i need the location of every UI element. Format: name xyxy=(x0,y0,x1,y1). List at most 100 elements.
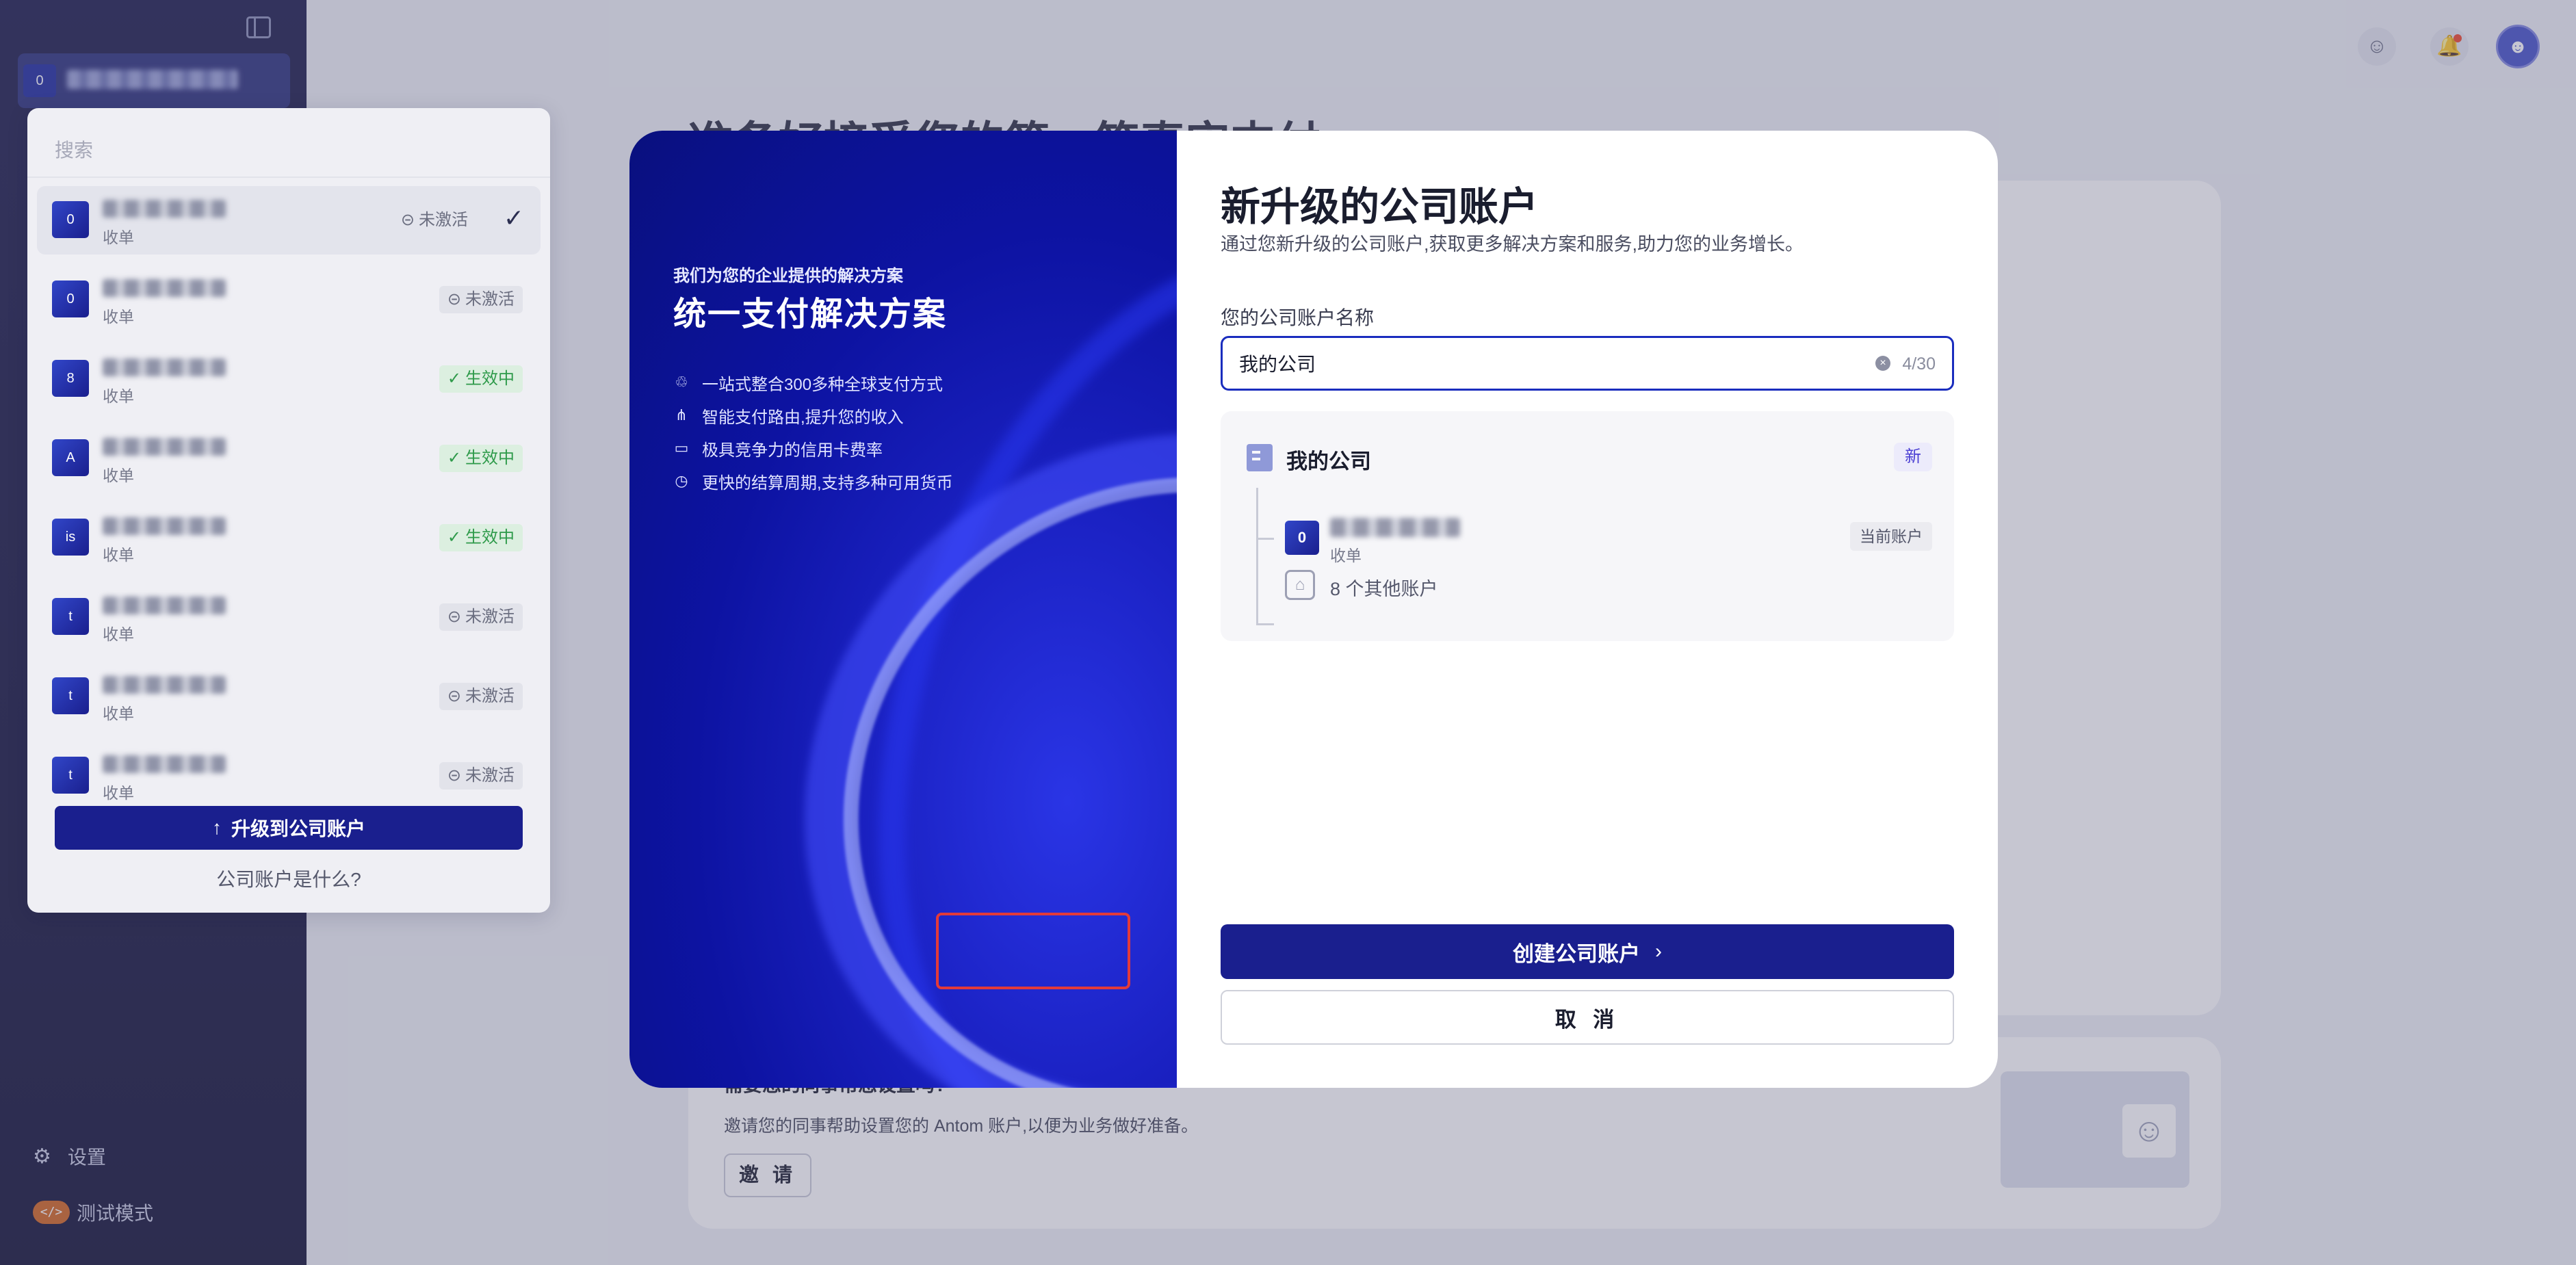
account-dropdown: 0收单⊝未激活✓0收单⊝未激活8收单✓生效中A收单✓生效中is收单✓生效中t收单… xyxy=(27,108,550,913)
minus-circle-icon: ⊝ xyxy=(447,687,461,705)
divider xyxy=(27,177,550,178)
account-type: 收单 xyxy=(103,705,134,722)
stores-icon: ⌂ xyxy=(1285,570,1315,600)
promo-feature: ♲ 一站式整合300多种全球支付方式 xyxy=(673,366,953,399)
upgrade-modal: 我们为您的企业提供的解决方案 统一支付解决方案 ♲ 一站式整合300多种全球支付方… xyxy=(629,131,1998,1088)
feature-text: 极具竞争力的信用卡费率 xyxy=(702,441,883,460)
account-list-item[interactable]: t 收单 ⊝ 未激活 xyxy=(37,662,541,731)
cancel-button[interactable]: 取 消 xyxy=(1221,990,1954,1045)
tree-branch xyxy=(1256,623,1274,625)
feature-text: 一站式整合300多种全球支付方式 xyxy=(702,375,944,394)
minus-circle-icon: ⊝ xyxy=(400,211,415,229)
minus-circle-icon: ⊝ xyxy=(447,608,461,626)
feature-icon: ▭ xyxy=(674,439,689,456)
modal-title: 新升级的公司账户 xyxy=(1221,185,1539,229)
status-label: 生效中 xyxy=(465,369,515,388)
check-circle-icon: ✓ xyxy=(447,528,461,547)
account-avatar: t xyxy=(52,598,89,635)
preview-company-name: 我的公司 xyxy=(1286,449,1371,473)
check-circle-icon: ✓ xyxy=(447,449,461,467)
account-search-input[interactable] xyxy=(55,133,520,168)
account-name-input[interactable] xyxy=(1239,338,1855,389)
status-label: 未激活 xyxy=(465,687,515,705)
status-label: 未激活 xyxy=(419,211,468,229)
create-company-account-button[interactable]: 创建公司账户 › xyxy=(1221,924,1954,979)
account-list-item[interactable]: 0 收单 ⊝ 未激活 ✓ xyxy=(37,186,541,255)
account-type: 收单 xyxy=(103,467,134,484)
current-account-tag: 当前账户 xyxy=(1850,522,1932,551)
status-label: 生效中 xyxy=(465,449,515,467)
account-name-blurred xyxy=(103,517,226,535)
modal-promo-panel: 我们为您的企业提供的解决方案 统一支付解决方案 ♲ 一站式整合300多种全球支付方… xyxy=(629,131,1177,1088)
status-badge: ✓ 生效中 xyxy=(439,524,523,551)
minus-circle-icon: ⊝ xyxy=(447,766,461,785)
tree-branch xyxy=(1256,538,1274,540)
promo-feature: ▭ 极具竞争力的信用卡费率 xyxy=(673,432,953,465)
clear-input-icon[interactable]: × xyxy=(1875,356,1890,371)
feature-icon: ⋔ xyxy=(675,406,688,423)
account-avatar: t xyxy=(52,677,89,714)
new-badge: 新 xyxy=(1894,443,1932,471)
status-badge: ⊝ 未激活 xyxy=(439,603,523,631)
account-name-blurred xyxy=(103,438,226,456)
status-label: 未激活 xyxy=(465,608,515,626)
arrow-up-icon: ↑ xyxy=(211,817,222,838)
status-label: 未激活 xyxy=(465,766,515,785)
upgrade-button-label: 升级到公司账户 xyxy=(231,818,365,839)
account-list-item[interactable]: is 收单 ✓ 生效中 xyxy=(37,504,541,572)
account-name-blurred xyxy=(103,676,226,694)
account-type: 收单 xyxy=(103,625,134,643)
current-account-name-blurred xyxy=(1330,518,1460,537)
account-type: 收单 xyxy=(103,387,134,405)
status-badge: ✓ 生效中 xyxy=(439,365,523,393)
promo-title: 统一支付解决方案 xyxy=(673,296,948,332)
tree-line xyxy=(1256,488,1258,625)
account-avatar: 8 xyxy=(52,360,89,397)
account-avatar: 0 xyxy=(52,281,89,317)
status-badge: ⊝ 未激活 xyxy=(393,207,476,234)
feature-text: 智能支付路由,提升您的收入 xyxy=(702,408,904,427)
minus-circle-icon: ⊝ xyxy=(447,290,461,309)
promo-feature: ⋔ 智能支付路由,提升您的收入 xyxy=(673,399,953,432)
status-label: 生效中 xyxy=(465,528,515,547)
modal-subtitle: 通过您新升级的公司账户,获取更多解决方案和服务,助力您的业务增长。 xyxy=(1221,234,1804,255)
building-icon xyxy=(1247,444,1273,471)
promo-feature: ◷ 更快的结算周期,支持多种可用货币 xyxy=(673,465,953,497)
account-name-blurred xyxy=(103,755,226,773)
account-avatar: is xyxy=(52,519,89,556)
account-name-blurred xyxy=(103,200,226,218)
account-type: 收单 xyxy=(103,784,134,802)
modal-form-panel: 新升级的公司账户 通过您新升级的公司账户,获取更多解决方案和服务,助力您的业务增… xyxy=(1177,131,1998,1088)
what-is-company-account-link[interactable]: 公司账户是什么? xyxy=(27,865,550,892)
char-counter: 4/30 xyxy=(1902,354,1936,374)
status-badge: ⊝ 未激活 xyxy=(439,683,523,710)
account-avatar: A xyxy=(52,439,89,476)
account-type: 收单 xyxy=(103,546,134,564)
account-type: 收单 xyxy=(103,229,134,246)
account-avatar: t xyxy=(52,757,89,794)
account-list[interactable]: 0 收单 ⊝ 未激活 ✓ 0 收单 ⊝ 未激活 8 收单 ✓ 生效中 A 收单 ✓ 生效中 is 收单 ✓ 生效中 t 收单… xyxy=(37,186,541,883)
account-list-item[interactable]: t 收单 ⊝ 未激活 xyxy=(37,742,541,810)
current-account-type: 收单 xyxy=(1330,547,1362,564)
status-label: 未激活 xyxy=(465,290,515,309)
account-list-item[interactable]: A 收单 ✓ 生效中 xyxy=(37,424,541,493)
account-list-item[interactable]: 0 收单 ⊝ 未激活 xyxy=(37,265,541,334)
other-accounts-count: 8 个其他账户 xyxy=(1330,579,1438,599)
account-list-item[interactable]: 8 收单 ✓ 生效中 xyxy=(37,345,541,413)
feature-text: 更快的结算周期,支持多种可用货币 xyxy=(702,473,953,493)
account-name-label: 您的公司账户名称 xyxy=(1221,307,1375,328)
status-badge: ⊝ 未激活 xyxy=(439,286,523,313)
upgrade-to-company-button[interactable]: ↑ 升级到公司账户 xyxy=(55,806,523,850)
status-badge: ⊝ 未激活 xyxy=(439,762,523,790)
feature-icon: ◷ xyxy=(675,472,688,489)
account-name-field[interactable]: × 4/30 xyxy=(1221,336,1954,391)
create-button-label: 创建公司账户 xyxy=(1513,941,1640,966)
account-avatar: 0 xyxy=(52,201,89,238)
account-name-blurred xyxy=(103,597,226,614)
account-type: 收单 xyxy=(103,308,134,326)
promo-feature-list: ♲ 一站式整合300多种全球支付方式 ⋔ 智能支付路由,提升您的收入 ▭ 极具竞争力的信用… xyxy=(673,366,953,497)
promo-kicker: 我们为您的企业提供的解决方案 xyxy=(673,267,903,285)
chevron-right-icon: › xyxy=(1655,940,1662,963)
feature-icon: ♲ xyxy=(675,374,688,391)
account-list-item[interactable]: t 收单 ⊝ 未激活 xyxy=(37,583,541,651)
